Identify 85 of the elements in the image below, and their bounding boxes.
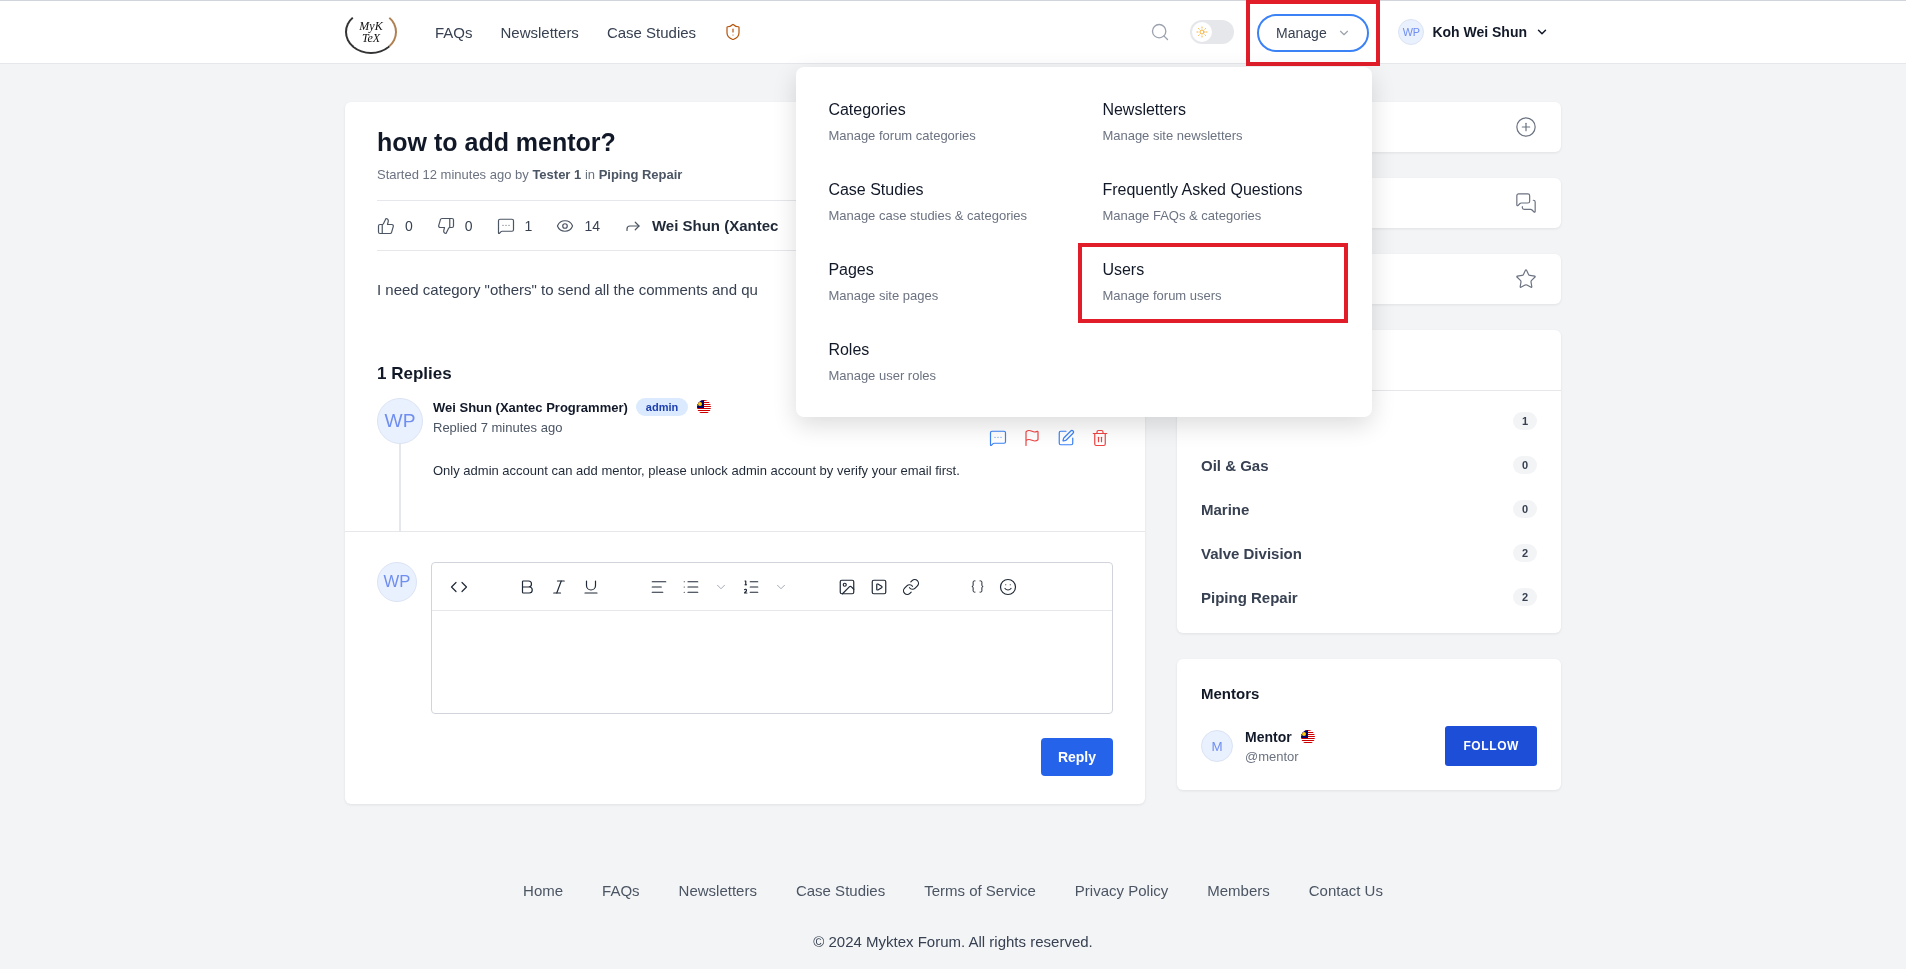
chat-icon[interactable] [1515,192,1537,214]
reply-avatar: WP [377,398,423,444]
menu-item-title: Frequently Asked Questions [1102,181,1304,199]
follow-button[interactable]: FOLLOW [1445,726,1537,766]
underline-icon[interactable] [582,577,600,596]
menu-item-description: Manage case studies & categories [828,208,1029,223]
category-count: 2 [1512,544,1537,562]
link-icon[interactable] [902,577,920,596]
menu-item-title: Roles [828,341,871,359]
footer-link[interactable]: Privacy Policy [1074,882,1169,899]
dislike-count: 0 [464,217,473,234]
menu-item-title: Users [1102,261,1146,279]
menu-item-title: Pages [828,261,875,279]
flag-icon[interactable] [1023,429,1041,447]
footer-link[interactable]: Newsletters [678,882,757,899]
post-title: how to add mentor? [377,128,616,157]
category-link[interactable]: Piping Repair [1201,588,1298,606]
post-body: I need category "others" to send all the comments and qu [377,281,758,298]
mentor-handle: @mentor [1245,748,1300,764]
menu-item-description: Manage user roles [828,368,938,383]
user-name[interactable]: Koh Wei Shun [1432,24,1527,40]
shield-icon[interactable] [724,23,743,41]
like-count: 0 [405,217,413,234]
star-icon[interactable] [1515,268,1537,290]
mentor-avatar: M [1201,730,1233,762]
menu-item[interactable]: Newsletters Manage site newsletters [1102,83,1349,163]
numbered-list-icon[interactable] [742,577,760,596]
sun-icon [1196,26,1209,38]
edit-icon[interactable] [1057,429,1075,447]
footer-link[interactable]: Contact Us [1308,882,1383,899]
mentors-title: Mentors [1201,685,1261,702]
trash-icon[interactable] [1091,429,1109,447]
nav-link[interactable]: Case Studies [606,23,697,41]
thumbs-up-icon[interactable] [377,216,395,235]
video-icon[interactable] [870,577,888,596]
composer-avatar: WP [377,562,417,602]
mentor-name[interactable]: Mentor [1245,728,1292,745]
menu-item[interactable]: Categories Manage forum categories [828,83,1103,163]
menu-item-description: Manage forum categories [828,128,977,143]
footer-link[interactable]: Terms of Service [924,882,1036,899]
role-badge: admin [635,398,689,416]
reply-text: Only admin account can add mentor, please unlock admin account by verify your email first. [433,463,961,478]
comment-count: 1 [524,217,533,234]
menu-item-description: Manage site newsletters [1102,128,1244,143]
manage-button[interactable]: Manage [1257,14,1370,52]
footer-link[interactable]: Case Studies [795,882,886,899]
copyright: © 2024 Myktex Forum. All rights reserved. [813,933,1093,950]
category-count: 0 [1512,500,1537,518]
shared-by: Wei Shun (Xantec [651,217,779,234]
category-link[interactable]: Valve Division [1201,544,1302,562]
flag-icon [696,400,713,414]
menu-item-description: Manage FAQs & categories [1102,208,1263,223]
menu-item-description: Manage forum users [1102,288,1223,303]
menu-item-title: Newsletters [1102,101,1187,119]
category-link[interactable]: Marine [1201,500,1250,518]
menu-item[interactable]: Roles Manage user roles [828,323,1103,403]
footer-link[interactable]: FAQs [602,882,640,899]
nav-link[interactable]: FAQs [435,23,473,41]
reply-time: Replied 7 minutes ago [433,420,564,435]
menu-item-description: Manage site pages [828,288,940,303]
comment-icon[interactable] [989,429,1007,447]
menu-item[interactable]: Case Studies Manage case studies & categories [828,163,1103,243]
image-icon[interactable] [838,577,856,596]
category-count: 2 [1512,588,1537,606]
category-link[interactable]: Oil & Gas [1201,456,1269,474]
menu-item-title: Categories [828,101,907,119]
plus-icon[interactable] [1515,116,1537,138]
flag-icon [1299,729,1316,744]
smile-icon[interactable] [999,577,1017,596]
italic-icon[interactable] [550,577,568,596]
category-count: 1 [1512,412,1537,430]
nav-link[interactable]: Newsletters [500,23,579,41]
thumbs-down-icon[interactable] [436,216,455,235]
replies-heading: 1 Replies [377,364,452,384]
comment-icon[interactable] [496,216,515,235]
reply-author[interactable]: Wei Shun (Xantec Programmer) [433,399,628,415]
footer-link[interactable]: Members [1207,882,1270,899]
braces-icon[interactable] [970,579,985,594]
view-count: 14 [584,217,600,234]
theme-toggle[interactable] [1190,20,1235,44]
category-count: 0 [1512,456,1537,474]
reply-button[interactable]: Reply [1040,738,1113,776]
menu-item[interactable]: Frequently Asked Questions Manage FAQs & categories [1102,163,1349,243]
footer-link[interactable]: Home [523,882,564,899]
menu-item-title: Case Studies [828,181,925,199]
